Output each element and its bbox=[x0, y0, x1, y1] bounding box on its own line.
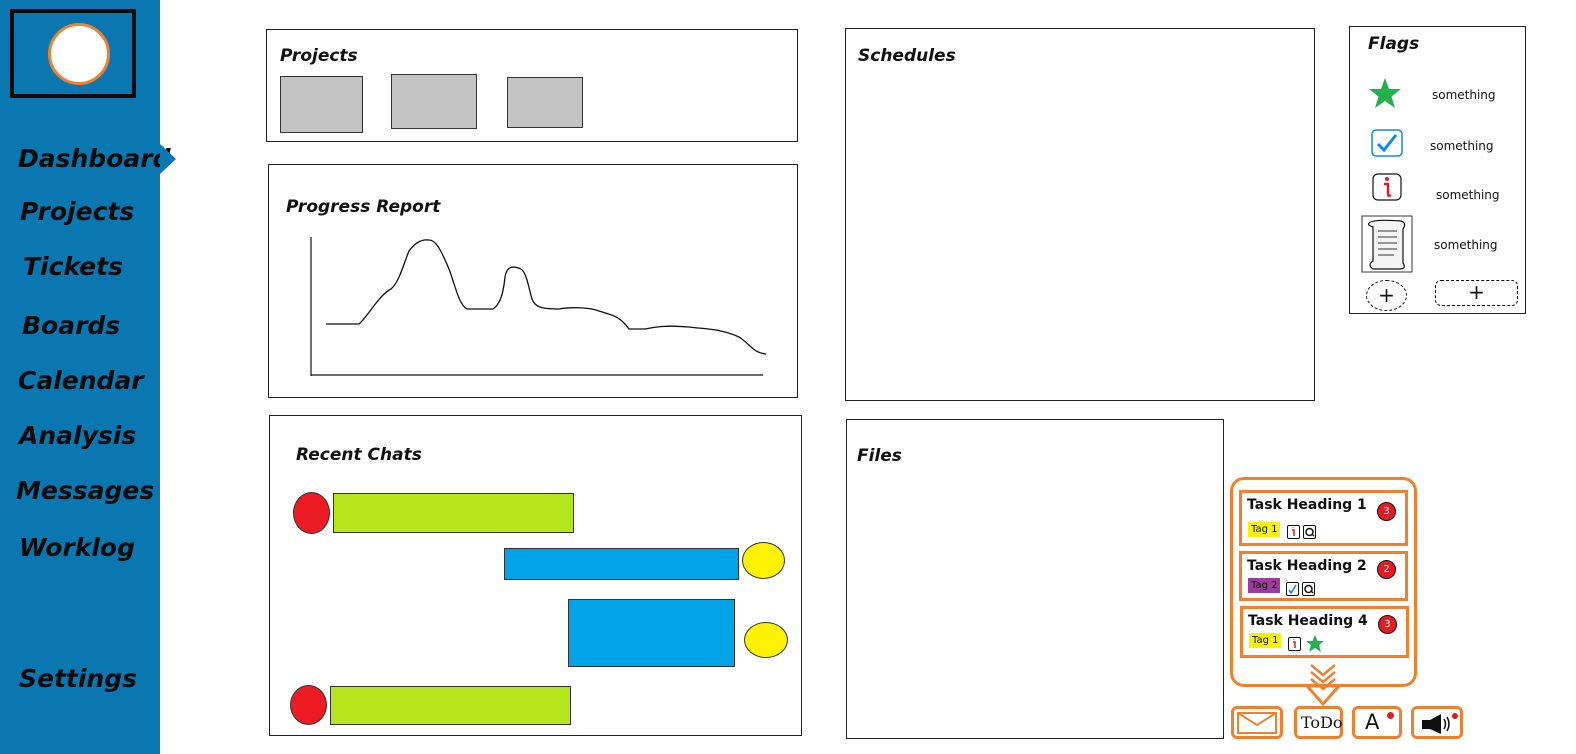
avatar[interactable] bbox=[48, 23, 110, 85]
chat-message[interactable] bbox=[330, 686, 571, 725]
recent-chats-panel: Recent Chats bbox=[269, 415, 802, 736]
task-count-badge: 3 bbox=[1377, 502, 1396, 521]
chat-avatar[interactable] bbox=[744, 622, 788, 658]
project-thumbnail[interactable] bbox=[280, 76, 363, 133]
alert-button[interactable]: A bbox=[1352, 706, 1402, 739]
task-card[interactable]: Task Heading 2 2 Tag 2 bbox=[1239, 551, 1408, 601]
sidebar-item-messages[interactable]: Messages bbox=[16, 476, 154, 505]
flags-panel: Flags something something something some… bbox=[1349, 26, 1526, 314]
task-tag[interactable]: Tag 2 bbox=[1248, 578, 1281, 593]
schedules-title: Schedules bbox=[858, 46, 956, 66]
star-icon bbox=[1306, 635, 1324, 652]
avatar-frame[interactable] bbox=[10, 9, 136, 98]
chat-message[interactable] bbox=[504, 548, 739, 580]
progress-line bbox=[326, 239, 767, 355]
tasks-popup: Task Heading 1 3 Tag 1 Task Heading 2 2 … bbox=[1230, 477, 1417, 687]
chevron-down-icon[interactable] bbox=[1303, 660, 1343, 710]
add-flag-label-button[interactable]: + bbox=[1435, 280, 1518, 306]
chat-message[interactable] bbox=[568, 599, 735, 667]
sidebar: Dashboard Projects Tickets Boards Calend… bbox=[0, 0, 170, 754]
megaphone-icon bbox=[1422, 713, 1458, 734]
add-flag-button[interactable]: + bbox=[1366, 280, 1407, 311]
notification-dot bbox=[1387, 712, 1394, 719]
recent-chats-title: Recent Chats bbox=[296, 445, 422, 465]
task-card[interactable]: Task Heading 1 3 Tag 1 bbox=[1239, 490, 1408, 546]
flag-label: something bbox=[1436, 188, 1500, 202]
sidebar-item-settings[interactable]: Settings bbox=[19, 664, 137, 693]
task-tag[interactable]: Tag 1 bbox=[1248, 522, 1281, 537]
sidebar-item-dashboard[interactable]: Dashboard bbox=[18, 144, 170, 173]
sidebar-item-calendar[interactable]: Calendar bbox=[18, 366, 144, 395]
active-indicator bbox=[160, 144, 176, 174]
sidebar-item-projects[interactable]: Projects bbox=[20, 197, 134, 226]
flags-title: Flags bbox=[1368, 34, 1420, 54]
info-icon bbox=[1287, 525, 1300, 539]
star-icon[interactable] bbox=[1368, 77, 1402, 111]
chat-avatar[interactable] bbox=[290, 685, 327, 725]
projects-panel: Projects bbox=[266, 29, 798, 142]
schedules-panel: Schedules bbox=[845, 28, 1315, 401]
at-sign-icon bbox=[1302, 582, 1315, 596]
files-title: Files bbox=[857, 446, 902, 466]
progress-report-panel: Progress Report bbox=[268, 164, 798, 398]
todo-label: ToDo bbox=[1301, 713, 1343, 732]
task-heading: Task Heading 4 bbox=[1248, 613, 1368, 629]
project-thumbnail[interactable] bbox=[507, 77, 583, 128]
task-heading: Task Heading 2 bbox=[1247, 558, 1367, 574]
mail-icon bbox=[1237, 712, 1277, 734]
sidebar-item-tickets[interactable]: Tickets bbox=[23, 252, 123, 281]
alert-label: A bbox=[1365, 710, 1380, 734]
flag-label: something bbox=[1434, 238, 1498, 252]
sidebar-item-worklog[interactable]: Worklog bbox=[19, 533, 135, 562]
mail-button[interactable] bbox=[1231, 706, 1283, 739]
flag-label: something bbox=[1430, 139, 1494, 153]
flag-label: something bbox=[1432, 88, 1496, 102]
task-count-badge: 3 bbox=[1378, 615, 1397, 634]
scroll-icon[interactable] bbox=[1361, 215, 1413, 273]
at-sign-icon bbox=[1303, 525, 1316, 539]
task-count-badge: 2 bbox=[1377, 560, 1396, 579]
task-card[interactable]: Task Heading 4 3 Tag 1 bbox=[1240, 606, 1409, 658]
project-thumbnail[interactable] bbox=[391, 74, 477, 129]
sidebar-item-analysis[interactable]: Analysis bbox=[19, 421, 136, 450]
task-tag[interactable]: Tag 1 bbox=[1249, 633, 1282, 648]
todo-button[interactable]: ToDo bbox=[1294, 706, 1343, 739]
chat-avatar[interactable] bbox=[742, 542, 785, 579]
checkmark-icon[interactable] bbox=[1371, 129, 1403, 157]
info-icon[interactable] bbox=[1372, 173, 1402, 201]
chat-avatar[interactable] bbox=[293, 492, 330, 534]
checkmark-icon bbox=[1286, 582, 1299, 596]
announcement-button[interactable] bbox=[1411, 706, 1463, 739]
chat-message[interactable] bbox=[333, 493, 574, 533]
task-heading: Task Heading 1 bbox=[1247, 497, 1367, 513]
info-icon bbox=[1288, 637, 1301, 651]
sidebar-item-boards[interactable]: Boards bbox=[22, 311, 120, 340]
files-panel: Files bbox=[846, 419, 1224, 739]
progress-chart bbox=[310, 237, 767, 376]
projects-title: Projects bbox=[280, 46, 358, 66]
